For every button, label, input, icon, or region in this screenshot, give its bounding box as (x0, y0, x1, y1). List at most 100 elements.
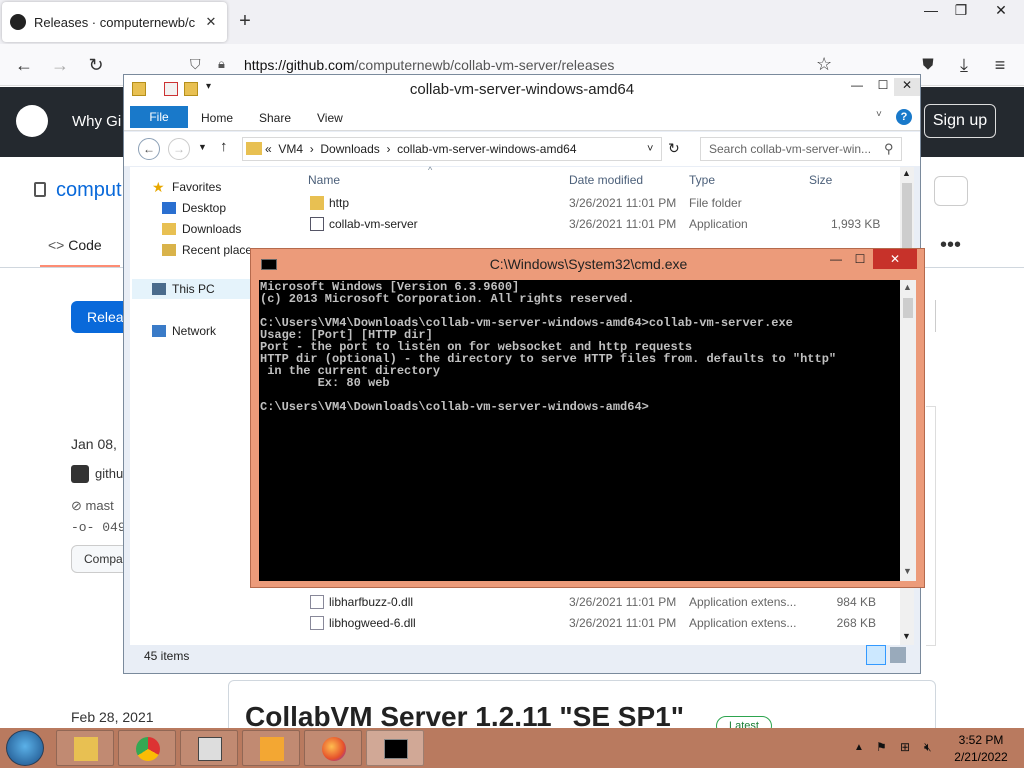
sign-up-button[interactable]: Sign up (924, 104, 996, 138)
nav-desktop[interactable]: Desktop (182, 201, 226, 215)
explorer-maximize-icon[interactable]: ☐ (870, 78, 896, 96)
tab-close-icon[interactable]: ✕ (203, 14, 219, 30)
new-tab-icon[interactable]: + (234, 10, 256, 32)
file-row[interactable]: collab-vm-server 3/26/2021 11:01 PM Appl… (308, 214, 880, 235)
volume-muted-icon[interactable]: 🔇︎ (924, 740, 932, 755)
minimize-icon[interactable]: — (916, 2, 946, 20)
forward-arrow-icon[interactable]: → (168, 138, 190, 160)
scroll-down-icon[interactable]: ▼ (902, 631, 911, 641)
nav-recent-places[interactable]: Recent place (182, 243, 252, 257)
network-tray-icon[interactable]: ⊞ (900, 740, 910, 754)
close-window-icon[interactable]: ✕ (986, 2, 1016, 20)
clock-date[interactable]: 2/21/2022 (942, 750, 1020, 764)
ribbon-file-tab[interactable]: File (130, 106, 188, 128)
column-name[interactable]: Name (308, 173, 340, 187)
browser-tab[interactable]: Releases · computernewb/colla ✕ (2, 2, 227, 42)
column-size[interactable]: Size (809, 173, 832, 187)
cmd-minimize-icon[interactable]: — (823, 252, 849, 270)
file-name: collab-vm-server (329, 217, 418, 231)
address-dropdown-icon[interactable]: ˅ (647, 138, 653, 160)
author-avatar[interactable] (71, 465, 89, 483)
back-icon[interactable]: ← (12, 53, 36, 77)
ribbon-home-tab[interactable]: Home (201, 111, 233, 125)
search-input[interactable]: Search collab-vm-server-win... (700, 137, 902, 161)
scroll-thumb[interactable] (902, 183, 912, 253)
compare-button[interactable]: Compa (71, 545, 131, 573)
search-icon[interactable]: ⚲ (884, 141, 894, 157)
releases-button[interactable]: Releas (71, 301, 131, 333)
release-card-edge (926, 406, 936, 646)
file-date: 3/26/2021 11:01 PM (569, 217, 677, 231)
console-scroll-thumb[interactable] (903, 298, 913, 318)
file-row[interactable]: http 3/26/2021 11:01 PM File folder (308, 193, 876, 214)
breadcrumb-sep[interactable]: › (386, 142, 390, 156)
why-github-link[interactable]: Why Gi (72, 113, 121, 130)
clock-time[interactable]: 3:52 PM (942, 733, 1020, 747)
nav-network[interactable]: Network (172, 324, 216, 338)
help-icon[interactable]: ? (896, 109, 912, 125)
breadcrumb-downloads[interactable]: Downloads (320, 142, 379, 156)
ribbon-view-tab[interactable]: View (317, 111, 343, 125)
shield-icon[interactable]: ⛉ (190, 56, 201, 73)
taskbar-media[interactable] (242, 730, 300, 766)
tag-label[interactable]: ⊘ mast (71, 498, 114, 514)
file-type: Application extens... (689, 616, 797, 630)
scroll-up-icon[interactable]: ▲ (902, 168, 911, 178)
taskbar-tool[interactable] (180, 730, 238, 766)
details-view-icon[interactable] (866, 645, 886, 665)
breadcrumb-current[interactable]: collab-vm-server-windows-amd64 (397, 142, 576, 156)
cmd-maximize-icon[interactable]: ☐ (847, 252, 873, 270)
nav-this-pc[interactable]: This PC (172, 282, 215, 296)
nav-favorites[interactable]: Favorites (172, 180, 221, 194)
explorer-close-icon[interactable]: ✕ (894, 78, 920, 96)
nav-downloads[interactable]: Downloads (182, 222, 241, 236)
taskbar-chrome[interactable] (118, 730, 176, 766)
console-scrollbar[interactable]: ▲ ▼ (900, 280, 916, 581)
column-date-modified[interactable]: Date modified (569, 173, 643, 187)
column-type[interactable]: Type (689, 173, 715, 187)
breadcrumb-sep[interactable]: › (310, 142, 314, 156)
large-icons-view-icon[interactable] (890, 647, 906, 663)
releases-search-edge (934, 300, 936, 332)
code-icon: <> (48, 237, 65, 253)
more-tabs-icon[interactable]: ••• (940, 234, 961, 257)
ribbon-expand-icon[interactable]: ˅ (876, 109, 882, 120)
cmd-close-icon[interactable]: ✕ (873, 249, 917, 269)
lock-icon[interactable]: 🔒︎ (218, 56, 225, 72)
reload-icon[interactable]: ↻ (84, 53, 108, 77)
show-hidden-icons-icon[interactable]: ▲ (854, 742, 864, 753)
repo-action-dropdown[interactable] (934, 176, 968, 206)
taskbar-cmd[interactable] (366, 730, 424, 766)
breadcrumb-vm4[interactable]: VM4 (278, 142, 303, 156)
recent-locations-icon[interactable]: ▼ (198, 142, 207, 152)
console-scroll-down-icon[interactable]: ▼ (903, 566, 912, 576)
up-arrow-icon[interactable]: ↑ (220, 138, 228, 155)
file-row[interactable]: libhogweed-6.dll 3/26/2021 11:01 PM Appl… (308, 613, 876, 634)
taskbar-firefox[interactable] (304, 730, 362, 766)
console-output[interactable]: Microsoft Windows [Version 6.3.9600] (c)… (259, 280, 916, 581)
author-name[interactable]: githu (95, 466, 123, 481)
action-center-icon[interactable]: ⚑ (876, 740, 887, 754)
bookmark-star-icon[interactable]: ☆ (816, 54, 832, 75)
refresh-icon[interactable]: ↻ (668, 140, 680, 157)
console-scroll-up-icon[interactable]: ▲ (903, 282, 912, 292)
ribbon-share-tab[interactable]: Share (259, 111, 291, 125)
explorer-minimize-icon[interactable]: — (844, 78, 870, 96)
explorer-titlebar[interactable]: ▾ collab-vm-server-windows-amd64 — ☐ ✕ (124, 75, 920, 103)
restore-icon[interactable]: ❐ (946, 2, 976, 20)
back-arrow-icon[interactable]: ← (138, 138, 160, 160)
file-row[interactable]: libharfbuzz-0.dll 3/26/2021 11:01 PM App… (308, 592, 876, 613)
breadcrumb-overflow[interactable]: « (265, 142, 272, 156)
forward-icon[interactable]: → (48, 53, 72, 77)
folder-icon (310, 196, 324, 210)
file-name: http (329, 196, 350, 210)
menu-icon[interactable]: ≡ (988, 53, 1012, 77)
desktop-icon (162, 202, 176, 214)
repo-owner-link[interactable]: comput (56, 179, 122, 202)
start-button[interactable] (6, 730, 44, 766)
tab-code[interactable]: <> Code (48, 237, 102, 253)
address-bar[interactable]: « VM4 › Downloads › collab-vm-server-win… (242, 137, 662, 161)
github-logo-icon[interactable] (16, 105, 48, 137)
taskbar-explorer[interactable] (56, 730, 114, 766)
downloads-icon[interactable]: ⤓ (952, 53, 976, 77)
